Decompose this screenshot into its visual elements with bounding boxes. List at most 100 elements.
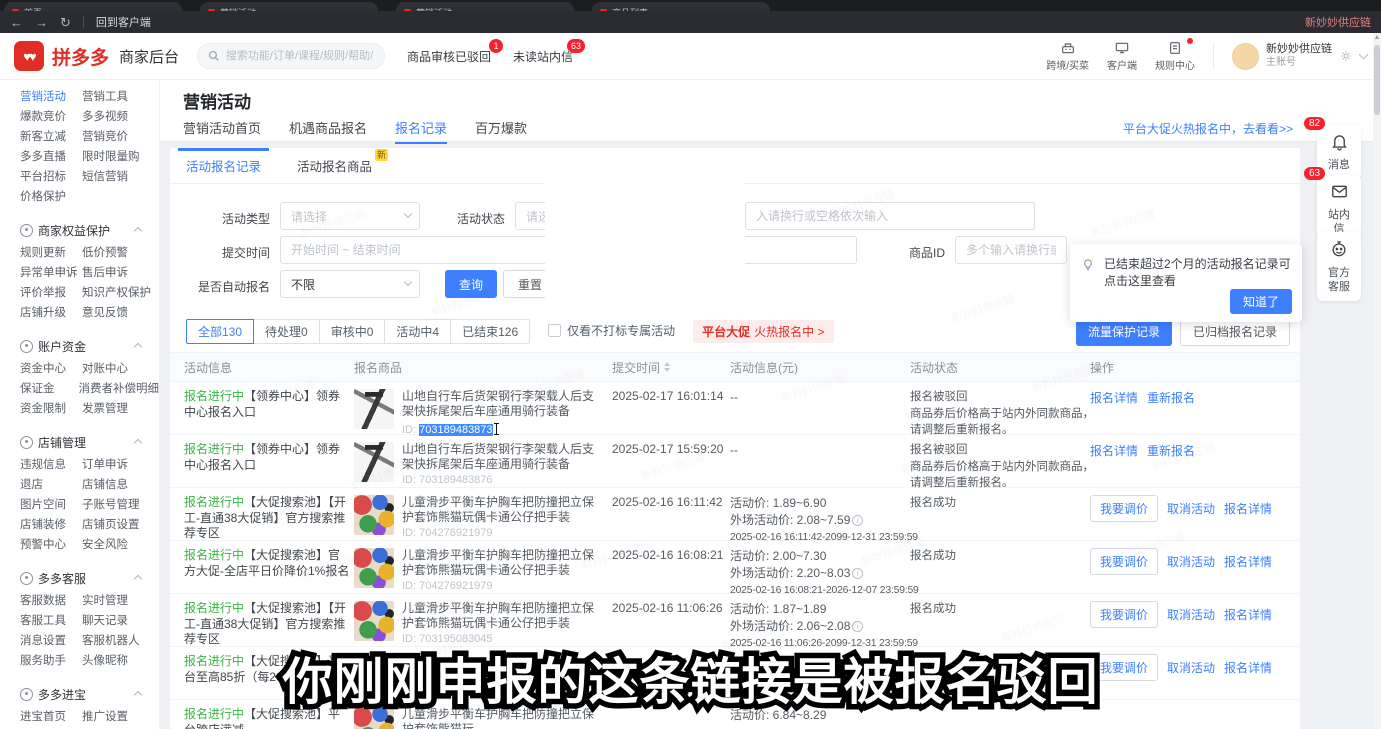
sidebar-item-进宝首页[interactable]: 进宝首页 [20, 708, 82, 724]
sidebar-item-多多视频[interactable]: 多多视频 [82, 108, 128, 124]
sidebar-item-店铺页设置[interactable]: 店铺页设置 [82, 516, 140, 532]
product-id-input[interactable] [955, 236, 1067, 264]
product-id-value[interactable]: 704276921979 [419, 527, 492, 539]
filter-chip-全部130[interactable]: 全部130 [186, 319, 254, 344]
sidebar-item-知识产权保护[interactable]: 知识产权保护 [82, 284, 151, 300]
browser-tab[interactable]: 首页 [4, 2, 182, 11]
sidebar-item-资金限制[interactable]: 资金限制 [20, 400, 82, 416]
product-image[interactable] [354, 495, 394, 535]
sidebar-item-多多直播[interactable]: 多多直播 [20, 148, 82, 164]
got-it-button[interactable]: 知道了 [1230, 289, 1292, 314]
sort-icon[interactable] [664, 362, 670, 372]
subtab-活动报名记录[interactable]: 活动报名记录 [186, 148, 261, 183]
sidebar-item-退店[interactable]: 退店 [20, 476, 82, 492]
sidebar-item-店铺升级[interactable]: 店铺升级 [20, 304, 82, 320]
quick-link-phone[interactable]: 跨境/买菜 [1046, 40, 1089, 72]
action-重新报名[interactable]: 重新报名 [1147, 389, 1195, 406]
sidebar-item-推广设置[interactable]: 推广设置 [82, 708, 128, 724]
action-取消活动[interactable]: 取消活动 [1167, 659, 1215, 676]
product-review-rejected-link[interactable]: 商品审核已驳回1 [407, 48, 491, 65]
collapse-caret-icon[interactable] [134, 343, 142, 351]
quick-link-document[interactable]: 规则中心 [1155, 40, 1195, 72]
filter-chip-审核中0[interactable]: 审核中0 [319, 319, 386, 344]
action-我要调价[interactable]: 我要调价 [1090, 548, 1158, 575]
sidebar-item-订单申诉[interactable]: 订单申诉 [82, 456, 128, 472]
product-id-value[interactable]: 704276921979 [419, 580, 492, 592]
info-icon[interactable]: i [852, 568, 863, 579]
sidebar-item-短信营销[interactable]: 短信营销 [82, 168, 128, 184]
sidebar-item-规则更新[interactable]: 规则更新 [20, 244, 82, 260]
tab-报名记录[interactable]: 报名记录 [395, 118, 447, 144]
bookmark-link[interactable]: 回到客户端 [96, 14, 151, 30]
rail-card-官方客服[interactable]: 官方客服 [1317, 232, 1361, 301]
unread-inbox-link[interactable]: 未读站内信63 [513, 48, 573, 65]
sidebar-item-营销竞价[interactable]: 营销竞价 [82, 128, 128, 144]
page-scrollbar[interactable]: ▲ [1373, 33, 1381, 729]
sidebar-section-多多进宝[interactable]: 多多进宝 [20, 682, 159, 706]
sidebar-item-安全风险[interactable]: 安全风险 [82, 536, 128, 552]
gear-icon[interactable] [1339, 49, 1353, 63]
info-icon[interactable]: i [852, 621, 863, 632]
sidebar-section-账户资金[interactable]: 账户资金 [20, 334, 159, 358]
checkbox-icon[interactable] [548, 324, 561, 337]
sidebar-item-消费者补偿明细[interactable]: 消费者补偿明细 [79, 380, 160, 396]
sidebar-item-平台招标[interactable]: 平台招标 [20, 168, 82, 184]
sidebar-item-新客立减[interactable]: 新客立减 [20, 128, 82, 144]
product-image[interactable] [354, 548, 394, 588]
sidebar-item-店铺信息[interactable]: 店铺信息 [82, 476, 128, 492]
sidebar-item-发票管理[interactable]: 发票管理 [82, 400, 128, 416]
product-image[interactable] [354, 389, 394, 429]
sidebar-item-限时限量购[interactable]: 限时限量购 [82, 148, 140, 164]
chevron-down-icon[interactable] [1359, 50, 1369, 60]
account-menu[interactable]: 新妙妙供应链 主账号 [1232, 43, 1367, 70]
sidebar-item-店铺装修[interactable]: 店铺装修 [20, 516, 82, 532]
action-取消活动[interactable]: 取消活动 [1167, 500, 1215, 517]
sidebar-item-客服数据[interactable]: 客服数据 [20, 592, 82, 608]
sidebar-item-保证金[interactable]: 保证金 [20, 380, 79, 396]
sidebar-item-营销工具[interactable]: 营销工具 [82, 88, 128, 104]
sidebar-item-意见反馈[interactable]: 意见反馈 [82, 304, 128, 320]
tab-机遇商品报名[interactable]: 机遇商品报名 [289, 118, 367, 144]
product-image[interactable] [354, 442, 394, 482]
sidebar-item-异常单申诉[interactable]: 异常单申诉 [20, 264, 82, 280]
sidebar-item-价格保护[interactable]: 价格保护 [20, 188, 66, 204]
sidebar-item-资金中心[interactable]: 资金中心 [20, 360, 82, 376]
pinduoduo-logo-icon[interactable]: ♥♥ [14, 41, 44, 71]
sidebar-item-客服机器人[interactable]: 客服机器人 [82, 632, 140, 648]
sidebar-item-子账号管理[interactable]: 子账号管理 [82, 496, 140, 512]
scroll-up-icon[interactable]: ▲ [1373, 33, 1381, 43]
sidebar-item-头像昵称[interactable]: 头像昵称 [82, 652, 128, 668]
filter-chip-已结束126[interactable]: 已结束126 [450, 319, 530, 344]
action-报名详情[interactable]: 报名详情 [1224, 606, 1272, 623]
activity-type-select[interactable]: 请选择 [280, 202, 420, 230]
action-重新报名[interactable]: 重新报名 [1147, 442, 1195, 459]
browser-tab[interactable]: 营销活动 [200, 2, 378, 11]
auto-signup-select[interactable]: 不限 [280, 270, 420, 298]
product-image[interactable] [354, 601, 394, 641]
product-image[interactable] [354, 707, 394, 729]
subtab-活动报名商品[interactable]: 活动报名商品新 [297, 148, 372, 183]
collapse-caret-icon[interactable] [134, 439, 142, 447]
query-button[interactable]: 查询 [445, 270, 497, 298]
refresh-icon[interactable]: ↻ [60, 16, 71, 29]
platform-promo-badge[interactable]: 平台大促火热报名中 > [693, 320, 833, 343]
action-取消活动[interactable]: 取消活动 [1167, 553, 1215, 570]
action-我要调价[interactable]: 我要调价 [1090, 495, 1158, 522]
sidebar-section-商家权益保护[interactable]: 商家权益保护 [20, 218, 159, 242]
sidebar-item-评价举报[interactable]: 评价举报 [20, 284, 82, 300]
action-报名详情[interactable]: 报名详情 [1224, 500, 1272, 517]
action-我要调价[interactable]: 我要调价 [1090, 601, 1158, 628]
activity-id-input[interactable] [745, 202, 1035, 230]
sidebar-item-服务助手[interactable]: 服务助手 [20, 652, 82, 668]
filter-chip-活动中4[interactable]: 活动中4 [384, 319, 451, 344]
sidebar-item-低价预警[interactable]: 低价预警 [82, 244, 128, 260]
back-icon[interactable]: ← [10, 16, 23, 29]
action-我要调价[interactable]: 我要调价 [1090, 654, 1158, 681]
action-报名详情[interactable]: 报名详情 [1090, 389, 1138, 406]
search-input[interactable] [226, 50, 374, 62]
sidebar-section-店铺管理[interactable]: 店铺管理 [20, 430, 159, 454]
sidebar-item-营销活动[interactable]: 营销活动 [20, 88, 82, 104]
tab-营销活动首页[interactable]: 营销活动首页 [183, 118, 261, 144]
collapse-caret-icon[interactable] [134, 691, 142, 699]
action-取消活动[interactable]: 取消活动 [1167, 606, 1215, 623]
